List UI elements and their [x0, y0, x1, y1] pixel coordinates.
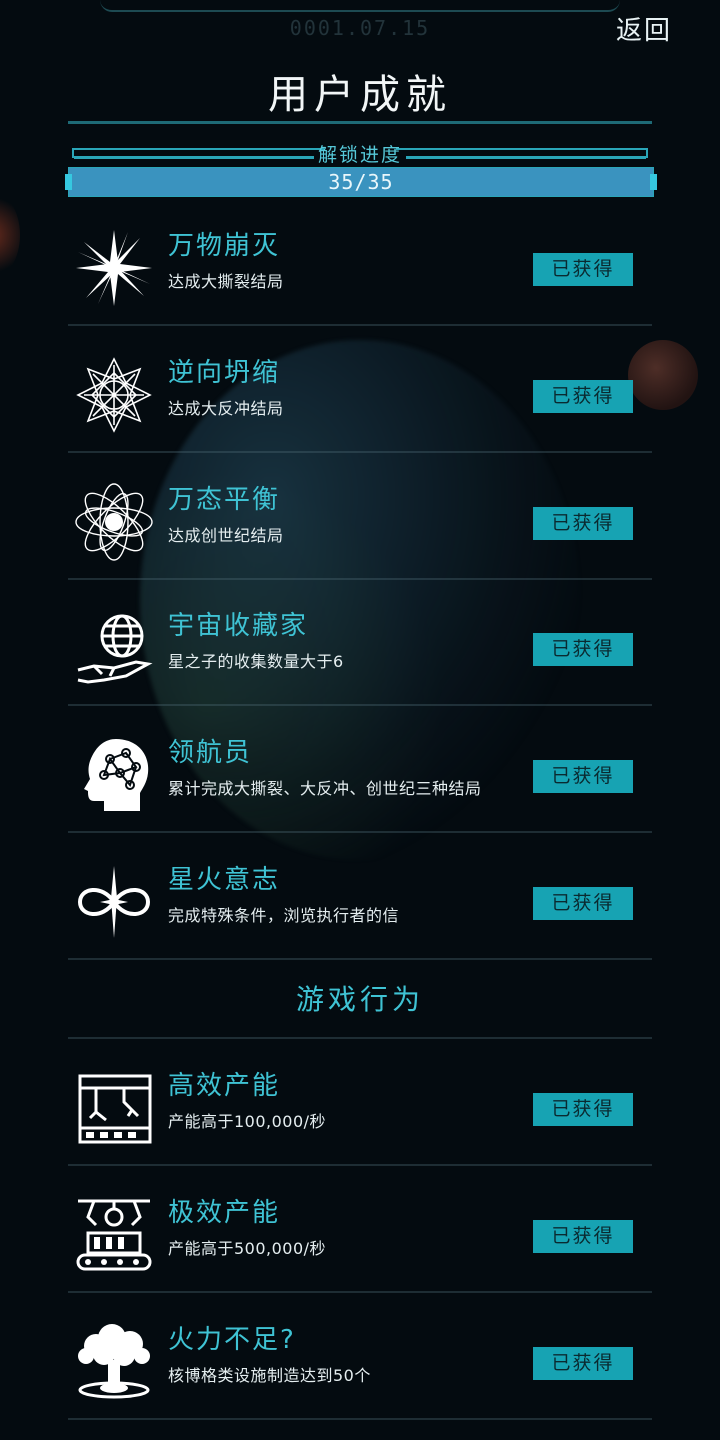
achievement-name: 逆向坍缩	[168, 358, 281, 388]
achievement-desc: 累计完成大撕裂、大反冲、创世纪三种结局	[168, 779, 482, 798]
brain-head-icon	[74, 735, 154, 815]
factory-arm-icon	[74, 1068, 154, 1148]
obtained-badge[interactable]: 已获得	[533, 760, 633, 793]
page-title: 用户成就	[268, 72, 452, 118]
unlock-progress: 解锁进度 35/35	[65, 144, 657, 198]
achievement-name: 万物崩灭	[168, 231, 281, 261]
obtained-badge[interactable]: 已获得	[533, 1093, 633, 1126]
row-divider	[68, 1418, 652, 1420]
row-divider	[68, 1164, 652, 1166]
progress-cap-right	[650, 174, 657, 190]
behavior-desc: 产能高于100,000/秒	[168, 1112, 327, 1131]
row-divider	[68, 831, 652, 833]
achievement-desc: 完成特殊条件，浏览执行者的信	[168, 906, 400, 925]
row-divider	[68, 1291, 652, 1293]
behavior-row: 极效产能 产能高于500,000/秒 已获得	[68, 1167, 652, 1293]
obtained-badge[interactable]: 已获得	[533, 1220, 633, 1253]
achievement-desc: 达成大撕裂结局	[168, 272, 284, 291]
achievement-row: 万物崩灭 达成大撕裂结局 已获得	[68, 200, 652, 326]
achievement-desc: 达成大反冲结局	[168, 399, 284, 418]
obtained-badge[interactable]: 已获得	[533, 1347, 633, 1380]
behavior-name: 火力不足?	[168, 1325, 296, 1355]
section-title: 游戏行为	[295, 983, 424, 1016]
mandala-icon	[74, 355, 154, 435]
red-star-glow	[0, 190, 20, 280]
achievement-row: 万态平衡 达成创世纪结局 已获得	[68, 454, 652, 580]
progress-label: 解锁进度	[317, 144, 402, 166]
hand-sphere-icon	[74, 608, 154, 688]
row-divider	[68, 451, 652, 453]
progress-cap-left	[65, 174, 72, 190]
progress-count: 35/35	[328, 170, 394, 194]
title-divider	[68, 121, 652, 124]
behavior-desc: 产能高于500,000/秒	[168, 1239, 327, 1258]
behavior-name: 极效产能	[168, 1198, 281, 1228]
behavior-name: 高效产能	[168, 1071, 281, 1101]
achievement-row: 星火意志 完成特殊条件，浏览执行者的信 已获得	[68, 834, 652, 960]
assembly-line-icon	[74, 1195, 154, 1275]
starburst-icon	[74, 228, 154, 308]
row-divider	[68, 704, 652, 706]
row-divider	[68, 324, 652, 326]
achievement-row: 宇宙收藏家 星之子的收集数量大于6 已获得	[68, 580, 652, 706]
obtained-badge[interactable]: 已获得	[533, 380, 633, 413]
infinity-star-icon	[74, 862, 154, 942]
back-button[interactable]: 返回	[616, 10, 672, 47]
achievement-row: 逆向坍缩 达成大反冲结局 已获得	[68, 327, 652, 453]
obtained-badge[interactable]: 已获得	[533, 253, 633, 286]
behavior-desc: 核博格类设施制造达到50个	[168, 1366, 371, 1385]
behavior-row: 高效产能 产能高于100,000/秒 已获得	[68, 1040, 652, 1166]
section-divider	[68, 1037, 652, 1039]
behavior-row: 火力不足? 核博格类设施制造达到50个 已获得	[68, 1294, 652, 1420]
top-frame	[100, 0, 620, 12]
achievement-name: 万态平衡	[168, 485, 281, 515]
achievement-desc: 达成创世纪结局	[168, 526, 284, 545]
mushroom-cloud-icon	[74, 1322, 154, 1402]
obtained-badge[interactable]: 已获得	[533, 633, 633, 666]
obtained-badge[interactable]: 已获得	[533, 887, 633, 920]
progress-bar: 35/35	[65, 167, 657, 197]
atom-orbit-icon	[74, 482, 154, 562]
achievement-name: 领航员	[168, 738, 253, 768]
row-divider	[68, 958, 652, 960]
game-date: 0001.07.15	[289, 16, 431, 40]
obtained-badge[interactable]: 已获得	[533, 507, 633, 540]
achievement-name: 宇宙收藏家	[168, 611, 309, 641]
achievement-row: 领航员 累计完成大撕裂、大反冲、创世纪三种结局 已获得	[68, 707, 652, 833]
achievement-name: 星火意志	[168, 865, 281, 895]
achievement-desc: 星之子的收集数量大于6	[168, 652, 344, 671]
